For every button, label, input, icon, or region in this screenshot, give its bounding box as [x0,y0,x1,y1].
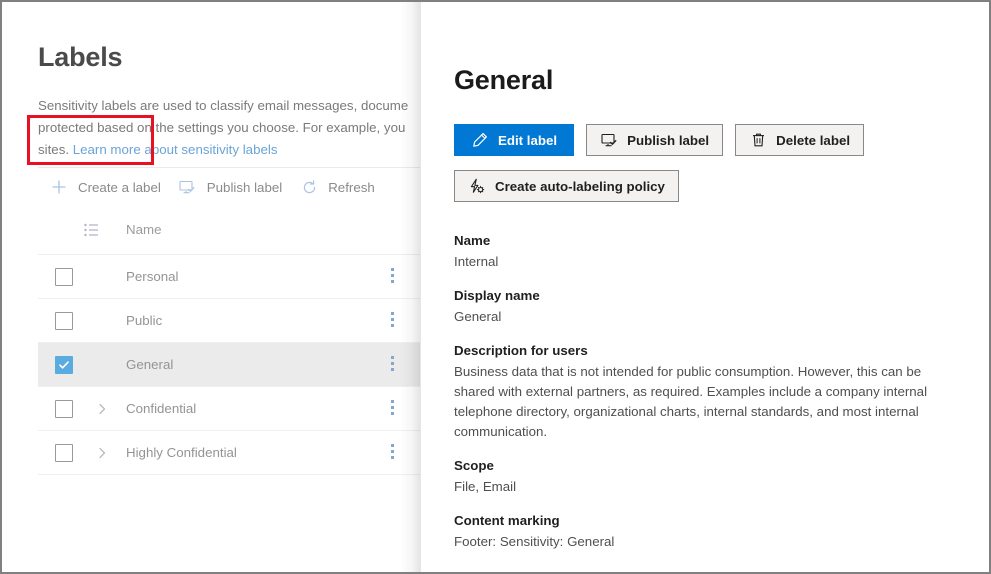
edit-label-button[interactable]: Edit label [454,124,575,156]
more-vertical-icon[interactable] [391,267,395,286]
pencil-icon [471,131,489,149]
table-header: Name [38,217,420,247]
refresh-label: Refresh [328,179,375,195]
learn-more-link[interactable]: Learn more about sensitivity labels [73,142,278,157]
table-row[interactable]: Highly Confidential [38,431,420,475]
table-row[interactable]: Personal [38,255,420,299]
page-description-line-1: Sensitivity labels are used to classify … [38,98,409,113]
labels-table: Personal Public General Confidential Hig… [38,255,420,475]
delete-label-button[interactable]: Delete label [735,124,865,156]
refresh-button[interactable]: Refresh [292,174,385,200]
labels-toolbar: Create a label Publish label Refresh [42,174,385,200]
create-auto-labeling-policy-button[interactable]: Create auto-labeling policy [454,170,679,202]
flyout-actions-row-1: Edit label Publish label Delete label [454,124,876,156]
field-content-marking-label: Content marking [454,513,560,528]
create-a-label-button[interactable]: Create a label [42,174,171,200]
publish-label-toolbar-button[interactable]: Publish label [171,174,292,200]
more-vertical-icon[interactable] [391,399,395,418]
page-description: Sensitivity labels are used to classify … [38,95,420,161]
more-vertical-icon[interactable] [391,311,395,330]
delete-label-text: Delete label [776,132,851,148]
row-label-name: Public [126,313,163,328]
field-display-name-value: General [454,309,502,324]
label-details-fields: Name Internal Display name General Descr… [454,233,954,568]
trash-icon [749,131,767,149]
row-checkbox[interactable] [55,443,73,462]
monitor-check-icon [177,178,199,196]
labels-list-pane: Labels Sensitivity labels are used to cl… [2,2,420,572]
field-name-value: Internal [454,254,499,269]
more-vertical-icon[interactable] [391,355,395,374]
create-auto-labeling-policy-text: Create auto-labeling policy [495,178,665,194]
row-checkbox[interactable] [55,355,73,374]
field-content-marking-value: Footer: Sensitivity: General [454,534,615,549]
more-vertical-icon[interactable] [391,443,395,462]
field-display-name-label: Display name [454,288,540,303]
page-description-line-3: sites. [38,142,73,157]
edit-label-text: Edit label [498,132,558,148]
field-scope-value: File, Email [454,479,517,494]
label-details-flyout: General Edit label Publish label Delete … [420,2,989,572]
field-name: Name Internal [454,233,954,272]
table-row[interactable]: Public [38,299,420,343]
refresh-icon [298,178,320,196]
column-header-name[interactable]: Name [126,222,161,237]
flyout-actions-row-2: Create auto-labeling policy [454,170,691,202]
field-display-name: Display name General [454,288,954,327]
page-description-line-2: protected based on the settings you choo… [38,120,406,135]
monitor-check-icon [600,131,618,149]
toolbar-divider [38,167,420,168]
create-a-label-label: Create a label [78,179,161,195]
plus-icon [48,178,70,196]
publish-label-text: Publish label [627,132,710,148]
field-description: Description for users Business data that… [454,343,954,442]
page-title: Labels [38,42,123,72]
field-scope: Scope File, Email [454,458,954,497]
field-content-marking: Content marking Footer: Sensitivity: Gen… [454,513,954,552]
field-scope-label: Scope [454,458,494,473]
row-label-name: Personal [126,269,179,284]
list-view-icon[interactable] [84,223,99,242]
field-description-value: Business data that is not intended for p… [454,364,928,439]
row-checkbox[interactable] [55,267,73,286]
row-checkbox[interactable] [55,399,73,418]
lightning-gear-icon [468,177,486,195]
field-name-label: Name [454,233,491,248]
table-row[interactable]: General [38,343,420,387]
field-description-label: Description for users [454,343,588,358]
publish-label-button[interactable]: Publish label [586,124,724,156]
publish-label-toolbar-label: Publish label [206,179,283,195]
flyout-title: General [454,65,554,95]
table-row[interactable]: Confidential [38,387,420,431]
row-label-name: Highly Confidential [126,445,237,460]
app-screenshot: Labels Sensitivity labels are used to cl… [0,0,991,574]
row-label-name: General [126,357,174,372]
chevron-right-icon[interactable] [95,446,109,460]
row-label-name: Confidential [126,401,197,416]
chevron-right-icon[interactable] [95,402,109,416]
row-checkbox[interactable] [55,311,73,330]
